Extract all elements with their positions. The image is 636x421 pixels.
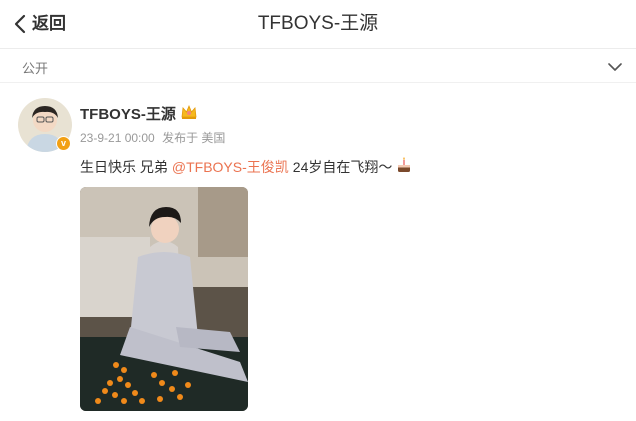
post-meta: 23-9-21 00:00 发布于 美国 — [80, 129, 229, 146]
post-card: v TFBOYS-王源 23-9-21 00:00 发布于 美国 生日快乐 兄弟… — [0, 83, 636, 421]
mention-link[interactable]: @TFBOYS-王俊凯 — [172, 157, 289, 177]
post-text: 生日快乐 兄弟 @TFBOYS-王俊凯 24岁自在飞翔～ — [80, 156, 413, 177]
page-title: TFBOYS-王源 — [257, 13, 379, 34]
post-timestamp: 23-9-21 00:00 — [80, 131, 155, 145]
post-source: 发布于 美国 — [162, 131, 226, 145]
post-text-prefix: 生日快乐 兄弟 — [80, 158, 168, 175]
birthday-cake-icon — [395, 156, 413, 177]
post-text-suffix: 24岁自在飞翔～ — [292, 158, 393, 175]
verified-v-icon: v — [56, 136, 71, 151]
crown-icon[interactable] — [180, 104, 198, 124]
author-name[interactable]: TFBOYS-王源 — [80, 103, 198, 124]
post-photo[interactable] — [80, 187, 248, 411]
author-name-text: TFBOYS-王源 — [80, 106, 176, 123]
visibility-label: 公开 — [22, 61, 49, 76]
visibility-selector[interactable]: 公开 — [0, 49, 636, 83]
chevron-down-icon[interactable] — [608, 59, 622, 77]
top-navigation-bar: 返回 TFBOYS-王源 — [0, 0, 636, 49]
